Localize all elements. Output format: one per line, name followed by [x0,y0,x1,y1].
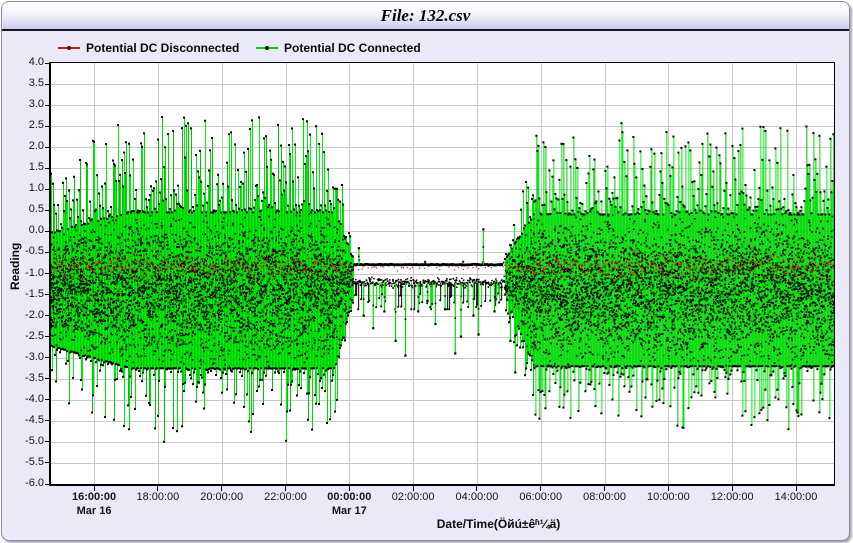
y-tick-mark [45,357,49,358]
y-tick-label: -3.0 [2,351,44,364]
y-tick-mark [45,126,49,127]
y-tick-label: 0.0 [2,224,44,237]
y-tick-mark [45,63,49,64]
y-tick-mark [45,294,49,295]
window-title: File: 132.csv [2,2,849,29]
y-tick-label: -4.0 [2,393,44,406]
plot-area [49,62,835,486]
y-tick-mark [45,315,49,316]
y-tick-label: 3.5 [2,77,44,90]
x-axis-title: Date/Time(Öйú±ê׼ʱ¼ä) [107,517,853,531]
x-tick-label: 10:00:00 [633,491,703,503]
y-tick-mark [45,189,49,190]
x-tick-label: 02:00:00 [378,491,448,503]
y-tick-label: 2.0 [2,140,44,153]
y-tick-mark [45,147,49,148]
y-tick-mark [45,462,49,463]
series-marker-disconnected-icon [58,47,80,49]
y-tick-mark [45,420,49,421]
y-tick-label: -2.0 [2,309,44,322]
y-tick-mark [45,399,49,400]
y-tick-mark [45,84,49,85]
legend-item-disconnected[interactable]: Potential DC Disconnected [58,41,239,55]
y-tick-mark [45,231,49,232]
x-tick-label: 20:00:00 [187,491,257,503]
y-tick-mark [45,105,49,106]
series-marker-connected-icon [256,47,278,49]
x-tick-label: 16:00:00Mar 16 [59,491,129,517]
y-tick-label: -4.5 [2,414,44,427]
y-tick-mark [45,273,49,274]
y-tick-label: -1.5 [2,288,44,301]
title-bar: File: 132.csv [2,2,849,31]
x-tick-label: 22:00:00 [251,491,321,503]
plot-canvas[interactable] [51,63,834,484]
y-tick-label: -3.5 [2,372,44,385]
y-tick-label: 4.0 [2,56,44,69]
y-tick-label: 3.0 [2,98,44,111]
y-tick-mark [45,168,49,169]
y-tick-label: -6.0 [2,477,44,490]
y-tick-mark [45,252,49,253]
y-tick-label: -2.5 [2,330,44,343]
y-tick-label: -5.5 [2,456,44,469]
legend-label-disconnected: Potential DC Disconnected [86,41,239,55]
y-tick-mark [45,441,49,442]
y-tick-mark [45,378,49,379]
y-tick-label: 1.5 [2,161,44,174]
chart-window: File: 132.csv Potential DC Disconnected … [1,1,850,541]
y-tick-label: -1.0 [2,267,44,280]
y-tick-mark [45,484,49,485]
y-tick-label: 2.5 [2,119,44,132]
y-tick-label: -5.0 [2,435,44,448]
x-tick-label: 04:00:00 [442,491,512,503]
x-tick-label: 12:00:00 [697,491,767,503]
y-tick-mark [45,336,49,337]
y-tick-label: 1.0 [2,182,44,195]
x-tick-label: 08:00:00 [570,491,640,503]
y-tick-mark [45,210,49,211]
x-tick-label: 00:00:00Mar 17 [314,491,384,517]
x-tick-label: 14:00:00 [761,491,831,503]
legend-item-connected[interactable]: Potential DC Connected [256,41,421,55]
y-tick-label: -0.5 [2,245,44,258]
x-tick-label: 06:00:00 [506,491,576,503]
y-tick-label: 0.5 [2,203,44,216]
legend-label-connected: Potential DC Connected [284,41,421,55]
x-tick-label: 18:00:00 [123,491,193,503]
